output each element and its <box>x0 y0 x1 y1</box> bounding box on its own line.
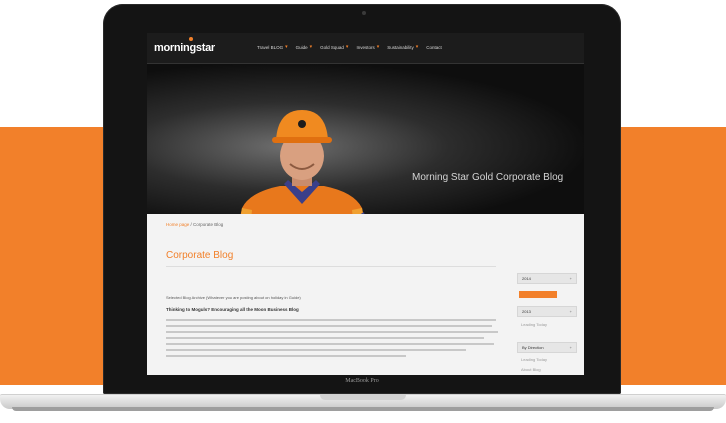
sidebar-sub-item[interactable]: About Blog <box>521 367 541 372</box>
hero-title: Morning Star Gold Corporate Blog <box>412 172 564 183</box>
title-divider <box>166 266 496 267</box>
nav-item-sustainability[interactable]: Sustainability ▾ <box>387 44 418 50</box>
chevron-down-icon: ▾ <box>285 44 288 50</box>
nav-item-label: Travel BLOG <box>257 44 284 50</box>
sidebar-row-label: 2013 <box>522 309 531 314</box>
device-label: MacBook Pro <box>345 378 379 384</box>
sidebar-active-item[interactable] <box>519 291 557 298</box>
sidebar-by-direction[interactable]: By Direction + <box>517 342 577 353</box>
laptop-base-shadow <box>12 407 714 411</box>
nav-item-investors[interactable]: Investors ▾ <box>356 44 379 50</box>
sidebar-archive-2013[interactable]: 2013 + <box>517 306 577 317</box>
chevron-down-icon: ▾ <box>376 44 380 50</box>
sidebar-row-label: 2014 <box>522 276 531 281</box>
nav-item-label: Guide <box>295 44 308 50</box>
laptop-notch <box>320 395 406 400</box>
sidebar-archive-2014[interactable]: 2014 + <box>517 273 577 284</box>
post-text-line <box>166 349 466 351</box>
nav-item-guide[interactable]: Guide ▾ <box>296 44 313 50</box>
post-meta: Selected Blog Archive (Whatever you are … <box>166 295 301 300</box>
plus-icon: + <box>569 309 572 314</box>
hero-banner: Morning Star Gold Corporate Blog <box>147 64 584 246</box>
site-logo[interactable]: morningstar <box>154 42 215 54</box>
sidebar-row-label: By Direction <box>522 345 544 350</box>
post-text-line <box>166 337 484 339</box>
camera-icon <box>362 11 366 15</box>
laptop-screen: morningstar Travel BLOG ▾ Guide ▾ Gold Squ… <box>147 33 584 375</box>
breadcrumb-current: Corporate Blog <box>193 222 224 227</box>
post-text-line <box>166 355 406 357</box>
chevron-down-icon: ▾ <box>345 44 349 50</box>
breadcrumb-home-link[interactable]: Home page <box>166 222 189 227</box>
nav-item-gold-squad[interactable]: Gold Squad ▾ <box>320 44 348 50</box>
chevron-down-icon: ▾ <box>309 44 313 50</box>
sidebar-sub-item[interactable]: Leading Today <box>521 357 547 362</box>
post-text-line <box>166 325 492 327</box>
nav-item-label: Gold Squad <box>320 44 344 50</box>
page-title: Corporate Blog <box>166 250 234 261</box>
main-content: Home page / Corporate Blog Corporate Blo… <box>147 214 584 375</box>
chevron-down-icon: ▾ <box>415 44 419 50</box>
nav-item-contact[interactable]: Contact <box>426 44 442 50</box>
plus-icon: + <box>569 345 572 350</box>
breadcrumb: Home page / Corporate Blog <box>166 222 223 227</box>
logo-star-icon <box>189 37 193 41</box>
post-text-line <box>166 319 496 321</box>
nav-item-label: Contact <box>426 44 442 50</box>
nav-item-travel-blog[interactable]: Travel BLOG ▾ <box>257 44 288 50</box>
nav-menu: Travel BLOG ▾ Guide ▾ Gold Squad ▾ Investor… <box>257 44 442 50</box>
sidebar-sub-item[interactable]: Leading Today <box>521 322 547 327</box>
post-text-line <box>166 343 494 345</box>
post-heading[interactable]: Thinking to Moguls? Encouraging all the … <box>166 307 299 312</box>
site-navigation-bar: morningstar Travel BLOG ▾ Guide ▾ Gold Squ… <box>147 33 584 64</box>
nav-item-label: Investors <box>356 44 375 50</box>
plus-icon: + <box>569 276 572 281</box>
post-text-line <box>166 331 498 333</box>
nav-item-label: Sustainability <box>387 44 414 50</box>
